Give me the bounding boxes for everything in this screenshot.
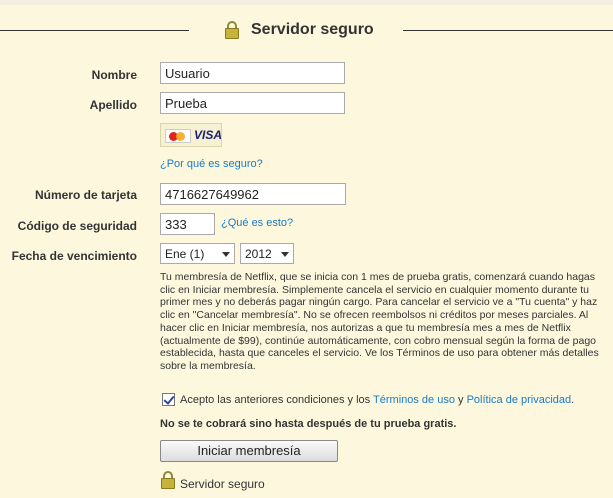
top-band <box>0 0 613 5</box>
mastercard-logo <box>165 129 191 143</box>
last-name-label: Apellido <box>89 98 137 112</box>
start-membership-button[interactable]: Iniciar membresía <box>160 440 338 462</box>
agree-suffix: . <box>571 394 575 406</box>
page-title: Servidor seguro <box>251 21 374 38</box>
expiry-month-value: Ene (1) <box>165 247 205 261</box>
agree-checkbox[interactable] <box>162 393 175 406</box>
chevron-down-icon <box>222 252 230 257</box>
expiry-month-select[interactable]: Ene (1) <box>160 243 235 264</box>
card-number-input[interactable] <box>160 183 346 205</box>
expiry-label: Fecha de vencimiento <box>11 249 137 263</box>
no-charge-note: No se te cobrará sino hasta después de t… <box>160 418 457 430</box>
header-divider-right <box>403 30 613 31</box>
chevron-down-icon <box>281 252 289 257</box>
header-divider-left <box>0 30 189 31</box>
security-code-input[interactable] <box>160 213 215 235</box>
lock-icon <box>161 471 175 489</box>
lock-icon <box>225 21 239 39</box>
why-secure-link[interactable]: ¿Por qué es seguro? <box>160 158 263 170</box>
first-name-input[interactable] <box>160 62 345 84</box>
security-code-label: Código de seguridad <box>17 219 137 233</box>
visa-logo: VISA <box>194 128 223 142</box>
expiry-year-value: 2012 <box>245 247 272 261</box>
agree-conjunction: y <box>458 394 464 406</box>
checkmark-icon <box>163 393 175 405</box>
secure-server-footer: Servidor seguro <box>180 477 265 491</box>
first-name-label: Nombre <box>91 68 137 82</box>
agree-text: Acepto las anteriores condiciones y los <box>180 394 371 406</box>
last-name-input[interactable] <box>160 92 345 114</box>
membership-terms-text: Tu membresía de Netflix, que se inicia c… <box>160 271 599 372</box>
accepted-cards: VISA <box>160 123 222 147</box>
agree-label: Acepto las anteriores condiciones y los … <box>180 394 574 406</box>
privacy-policy-link[interactable]: Política de privacidad <box>467 394 572 406</box>
card-number-label: Número de tarjeta <box>34 188 137 202</box>
terms-of-use-link[interactable]: Términos de uso <box>373 394 455 406</box>
security-code-help-link[interactable]: ¿Qué es esto? <box>221 217 293 229</box>
expiry-year-select[interactable]: 2012 <box>240 243 294 264</box>
